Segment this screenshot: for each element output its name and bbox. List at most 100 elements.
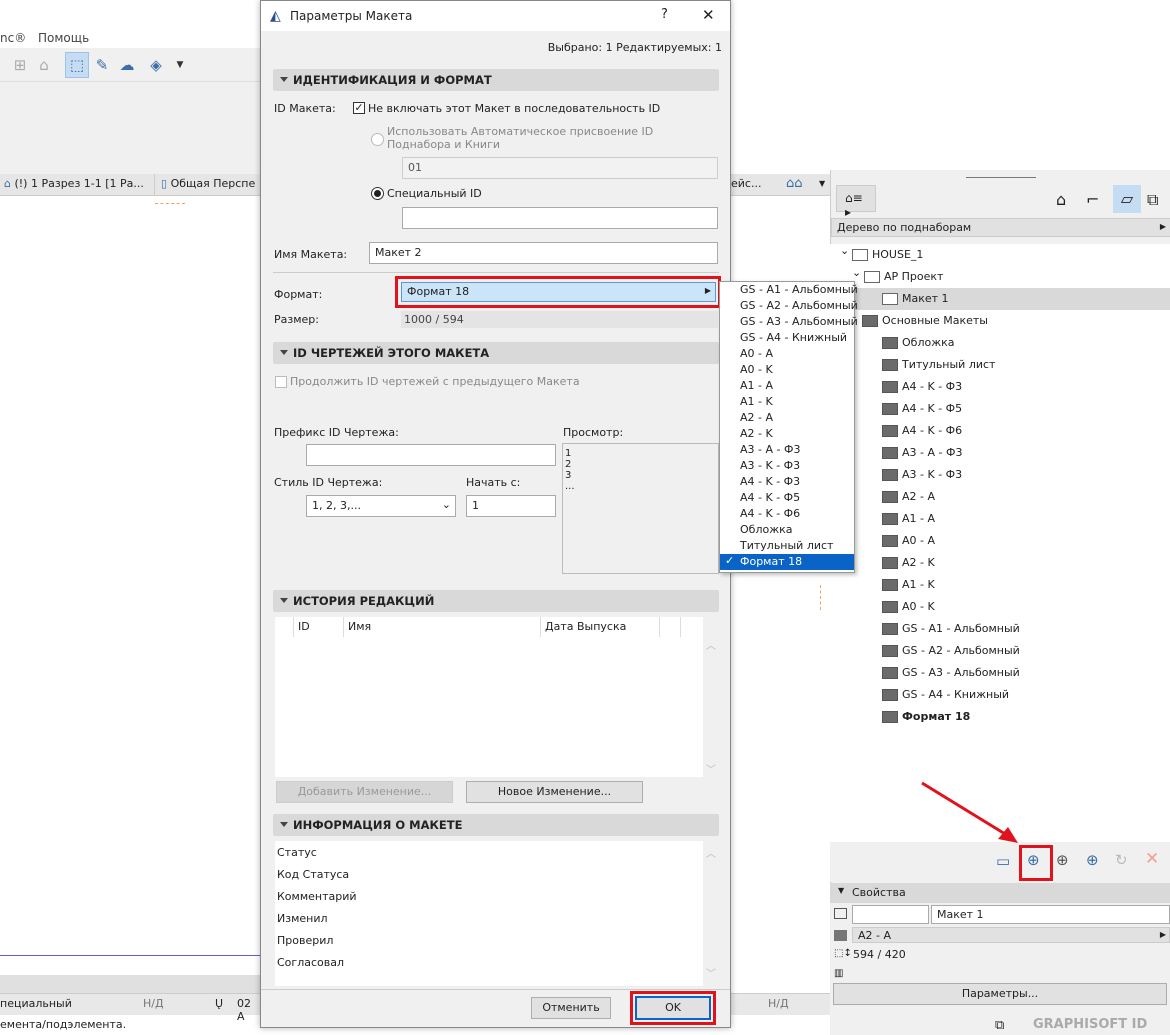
tree-item[interactable]: A4 - K - Ф3 bbox=[830, 376, 1170, 398]
custom-id-field[interactable] bbox=[402, 207, 718, 229]
auto-id-radio[interactable] bbox=[371, 133, 384, 146]
tree-item[interactable]: A2 - A bbox=[830, 486, 1170, 508]
tree-view-select[interactable]: Дерево по поднаборам ▶ bbox=[831, 218, 1170, 237]
info-row[interactable]: Согласовал bbox=[277, 956, 344, 969]
format-option[interactable]: A4 - K - Ф6 bbox=[720, 506, 854, 522]
format-option[interactable]: A0 - K bbox=[720, 362, 854, 378]
format-option[interactable]: GS - A3 - Альбомный bbox=[720, 314, 858, 330]
column-header-date[interactable]: Дата Выпуска bbox=[540, 617, 660, 637]
format-option[interactable]: GS - A1 - Альбомный bbox=[720, 282, 858, 298]
prefix-field[interactable] bbox=[306, 444, 556, 466]
format-option[interactable]: Обложка bbox=[720, 522, 854, 538]
status-text[interactable]: пециальный bbox=[0, 997, 72, 1010]
info-row[interactable]: Комментарий bbox=[277, 890, 357, 903]
update-icon[interactable]: ↻ bbox=[1115, 851, 1128, 869]
tree-item[interactable]: A1 - A bbox=[830, 508, 1170, 530]
cloud-icon[interactable]: ☁ bbox=[115, 52, 139, 78]
drag-handle[interactable] bbox=[966, 177, 1036, 178]
properties-id-field[interactable] bbox=[852, 905, 929, 924]
expand-icon[interactable]: ⌄ bbox=[840, 244, 849, 257]
tree-item[interactable]: GS - A4 - Книжный bbox=[830, 684, 1170, 706]
ok-button[interactable]: OK bbox=[635, 996, 711, 1020]
graphisoft-id[interactable]: GRAPHISOFT ID bbox=[1033, 1017, 1147, 1032]
tree-item[interactable]: Макет 1 bbox=[830, 288, 1170, 310]
layout-book-icon[interactable]: ▱ bbox=[1113, 185, 1141, 213]
format-select[interactable]: Формат 18 ▶ bbox=[401, 282, 716, 302]
close-button[interactable]: ✕ bbox=[702, 6, 715, 24]
format-option[interactable]: A3 - K - Ф3 bbox=[720, 458, 854, 474]
menu-item-help[interactable]: Помощь bbox=[38, 31, 89, 45]
section-history[interactable]: ИСТОРИЯ РЕДАКЦИЙ bbox=[273, 590, 719, 612]
properties-name-field[interactable]: Макет 1 bbox=[931, 905, 1170, 924]
delete-icon[interactable]: ✕ bbox=[1145, 849, 1159, 869]
tree-item[interactable]: A3 - K - Ф3 bbox=[830, 464, 1170, 486]
home-icon[interactable]: ⌂ bbox=[32, 52, 56, 78]
continue-checkbox[interactable] bbox=[275, 376, 287, 388]
style-select[interactable]: 1, 2, 3,... ⌄ bbox=[306, 495, 456, 517]
tree-item[interactable]: Основные Макеты bbox=[830, 310, 1170, 332]
layers-icon[interactable]: ◈ bbox=[144, 52, 168, 78]
cancel-button[interactable]: Отменить bbox=[531, 997, 611, 1019]
tree-item[interactable]: A1 - K bbox=[830, 574, 1170, 596]
tab-perspective[interactable]: ▯ Общая Перспе bbox=[157, 174, 260, 196]
scroll-down-icon[interactable]: ﹀ bbox=[706, 965, 716, 980]
info-row[interactable]: Проверил bbox=[277, 934, 333, 947]
expand-icon[interactable]: ⌄ bbox=[852, 266, 861, 279]
format-option[interactable]: A3 - A - Ф3 bbox=[720, 442, 854, 458]
new-change-button[interactable]: Новое Изменение... bbox=[466, 781, 643, 803]
tree-item[interactable]: ⌄ HOUSE_1 bbox=[830, 244, 1170, 266]
tree-item[interactable]: GS - A3 - Альбомный bbox=[830, 662, 1170, 684]
scroll-up-icon[interactable]: ︿ bbox=[706, 845, 716, 860]
exclude-checkbox[interactable]: ✓ bbox=[353, 102, 365, 114]
add-change-button[interactable]: Добавить Изменение... bbox=[276, 781, 453, 803]
properties-header[interactable]: ▼ Свойства bbox=[830, 883, 1170, 903]
column-header-id[interactable]: ID bbox=[293, 617, 314, 637]
tree-item[interactable]: A2 - K bbox=[830, 552, 1170, 574]
tree-item[interactable]: Обложка bbox=[830, 332, 1170, 354]
status-layer[interactable]: 02 А bbox=[237, 997, 260, 1023]
tree-item[interactable]: A0 - A bbox=[830, 530, 1170, 552]
tree-item[interactable]: Титульный лист bbox=[830, 354, 1170, 376]
info-row[interactable]: Статус bbox=[277, 846, 317, 859]
tree-item[interactable]: GS - A2 - Альбомный bbox=[830, 640, 1170, 662]
marquee-icon[interactable]: ⬚ bbox=[65, 52, 89, 78]
publisher-icon[interactable]: ⧉ bbox=[1147, 190, 1158, 210]
format-option[interactable]: GS - A2 - Альбомный bbox=[720, 298, 858, 314]
section-layout-info[interactable]: ИНФОРМАЦИЯ О МАКЕТЕ bbox=[273, 814, 719, 836]
tree-item[interactable]: A3 - A - Ф3 bbox=[830, 442, 1170, 464]
column-header-name[interactable]: Имя bbox=[343, 617, 375, 637]
section-id-format[interactable]: ИДЕНТИФИКАЦИЯ И ФОРМАТ bbox=[273, 69, 719, 91]
format-option[interactable]: A2 - K bbox=[720, 426, 854, 442]
tree-item[interactable]: A0 - K bbox=[830, 596, 1170, 618]
project-map-icon[interactable]: ⌂ bbox=[1056, 190, 1066, 209]
master-select[interactable]: A2 - A ▶ bbox=[852, 927, 1170, 943]
layout-name-field[interactable]: Макет 2 bbox=[369, 242, 718, 264]
menu-item[interactable]: nc® bbox=[0, 31, 26, 45]
format-option[interactable]: A1 - K bbox=[720, 394, 854, 410]
chevron-down-icon[interactable]: ▼ bbox=[168, 52, 192, 78]
new-subset-icon[interactable]: ⊕ bbox=[1086, 851, 1099, 869]
tree-item[interactable]: ⌄ АР Проект bbox=[830, 266, 1170, 288]
scroll-up-icon[interactable]: ︿ bbox=[706, 637, 716, 652]
chevron-down-icon[interactable]: ▼ bbox=[819, 179, 825, 188]
info-row[interactable]: Код Статуса bbox=[277, 868, 349, 881]
info-row[interactable]: Изменил bbox=[277, 912, 328, 925]
fit-icon[interactable]: ⊞ bbox=[8, 52, 32, 78]
view-map-icon[interactable]: ⌐ bbox=[1086, 190, 1099, 209]
custom-id-radio[interactable] bbox=[371, 187, 384, 200]
new-master-icon[interactable]: ⊕ bbox=[1056, 851, 1069, 869]
format-option[interactable]: A4 - K - Ф5 bbox=[720, 490, 854, 506]
format-option[interactable]: GS - A4 - Книжный bbox=[720, 330, 854, 346]
format-option[interactable]: A4 - K - Ф3 bbox=[720, 474, 854, 490]
format-option[interactable]: Титульный лист bbox=[720, 538, 854, 554]
tree-item[interactable]: Формат 18 bbox=[830, 706, 1170, 728]
tab-label[interactable]: ейс... bbox=[731, 177, 761, 190]
tab-section[interactable]: ⌂ (!) 1 Разрез 1-1 [1 Ра... bbox=[0, 174, 155, 196]
tree-item[interactable]: A4 - K - Ф6 bbox=[830, 420, 1170, 442]
window-icon[interactable]: ⧉ bbox=[995, 1018, 1004, 1033]
navigator-mode-button[interactable]: ⌂≡ ▸ bbox=[836, 185, 876, 219]
help-button[interactable]: ? bbox=[661, 7, 668, 22]
tree-item[interactable]: GS - A1 - Альбомный bbox=[830, 618, 1170, 640]
tree-item[interactable]: A4 - K - Ф5 bbox=[830, 398, 1170, 420]
house-icon[interactable]: ⌂⌂ bbox=[786, 176, 803, 191]
